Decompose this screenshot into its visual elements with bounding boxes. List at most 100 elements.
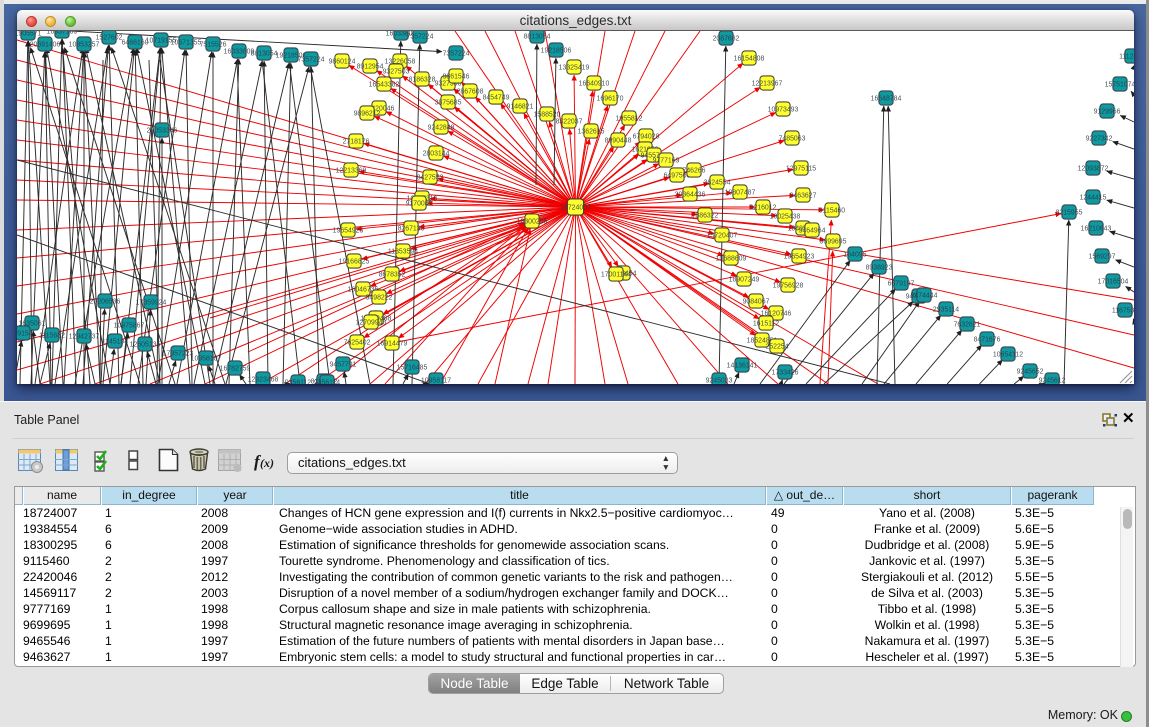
svg-text:9245612: 9245612 — [1039, 378, 1066, 384]
svg-text:9115460: 9115460 — [819, 208, 845, 215]
svg-text:2803144: 2803144 — [423, 151, 450, 158]
svg-text:16210643: 16210643 — [1081, 226, 1112, 233]
svg-text:16543382: 16543382 — [369, 82, 400, 89]
svg-text:2087682: 2087682 — [713, 36, 740, 43]
svg-text:10671355: 10671355 — [171, 40, 202, 47]
svg-text:1167533: 1167533 — [1112, 308, 1134, 315]
svg-text:7632621: 7632621 — [954, 322, 981, 329]
svg-text:8186328: 8186328 — [409, 77, 436, 84]
svg-text:9146821: 9146821 — [507, 104, 534, 111]
svg-text:15751074: 15751074 — [1105, 82, 1134, 89]
svg-text:6466160: 6466160 — [122, 40, 149, 47]
svg-text:10853257: 10853257 — [69, 42, 100, 49]
svg-text:3498222: 3498222 — [366, 295, 393, 302]
svg-text:7625402: 7625402 — [344, 340, 371, 347]
svg-text:1733426: 1733426 — [772, 370, 799, 377]
svg-text:1615112: 1615112 — [753, 321, 779, 328]
svg-text:8454749: 8454749 — [483, 95, 510, 102]
svg-text:16782759: 16782759 — [220, 366, 251, 373]
svg-text:19166825: 19166825 — [339, 259, 370, 266]
svg-text:9084067: 9084067 — [743, 299, 770, 306]
svg-text:17001144: 17001144 — [601, 272, 631, 279]
svg-text:7357224: 7357224 — [298, 57, 325, 64]
svg-text:17957223: 17957223 — [163, 351, 194, 358]
svg-text:8938923: 8938923 — [866, 265, 893, 272]
svg-text:10654112: 10654112 — [993, 352, 1023, 359]
svg-text:6679197: 6679197 — [888, 281, 915, 288]
svg-text:6216012: 6216012 — [750, 205, 777, 212]
svg-text:9896212: 9896212 — [354, 111, 381, 118]
svg-text:18724007: 18724007 — [560, 205, 591, 212]
svg-text:1569297: 1569297 — [1089, 254, 1116, 261]
svg-text:1145194: 1145194 — [102, 339, 128, 346]
svg-text:12213369: 12213369 — [336, 168, 367, 175]
svg-text:19654923: 19654923 — [784, 254, 815, 261]
svg-text:15720407: 15720407 — [707, 233, 738, 240]
svg-text:1588520: 1588520 — [534, 112, 561, 119]
svg-text:7886322: 7886322 — [692, 213, 719, 220]
svg-text:19756928: 19756928 — [773, 283, 804, 290]
svg-text:13325419: 13325419 — [559, 65, 590, 72]
svg-text:16154808: 16154808 — [734, 56, 765, 63]
svg-text:8678352: 8678352 — [379, 272, 406, 279]
svg-text:10975867: 10975867 — [114, 323, 145, 330]
svg-text:11353594: 11353594 — [388, 249, 418, 256]
svg-text:12923468: 12923468 — [248, 377, 279, 384]
svg-text:19654925: 19654925 — [333, 228, 364, 235]
svg-text:164095: 164095 — [844, 252, 867, 259]
svg-text:8912954: 8912954 — [357, 64, 384, 71]
svg-text:3624554: 3624554 — [704, 180, 731, 187]
svg-text:10973493: 10973493 — [768, 107, 799, 114]
svg-text:8215955: 8215955 — [1056, 210, 1083, 217]
svg-text:9860124: 9860124 — [329, 59, 356, 66]
svg-text:6794028: 6794028 — [633, 134, 660, 141]
svg-text:17016504: 17016504 — [1098, 279, 1129, 286]
svg-text:9777169: 9777169 — [653, 158, 680, 165]
svg-text:746266: 746266 — [683, 168, 706, 175]
svg-text:29053346: 29053346 — [147, 128, 178, 135]
svg-text:8267130: 8267130 — [398, 226, 425, 233]
svg-text:1362615: 1362615 — [578, 129, 605, 136]
svg-text:9245033: 9245033 — [706, 378, 733, 384]
svg-text:12942737: 12942737 — [69, 334, 100, 341]
svg-text:9227342: 9227342 — [1086, 136, 1113, 143]
svg-text:8813054: 8813054 — [524, 34, 551, 41]
svg-text:9170081: 9170081 — [406, 201, 433, 208]
svg-text:9699695: 9699695 — [820, 239, 847, 246]
svg-text:16640910: 16640910 — [579, 81, 610, 88]
svg-text:1244415: 1244415 — [1080, 195, 1107, 202]
svg-text:9457791: 9457791 — [330, 362, 357, 369]
svg-text:8322037: 8322037 — [556, 119, 583, 126]
svg-text:10807487: 10807487 — [725, 190, 756, 197]
svg-text:9861546: 9861546 — [443, 74, 470, 81]
svg-text:9327503: 9327503 — [383, 69, 410, 76]
svg-text:12505135: 12505135 — [130, 342, 161, 349]
svg-text:9474444: 9474444 — [911, 293, 938, 300]
svg-text:15716485: 15716485 — [397, 365, 428, 372]
svg-text:12709948: 12709948 — [356, 320, 387, 327]
svg-text:39154: 39154 — [17, 331, 33, 338]
svg-text:16648784: 16648784 — [871, 96, 902, 103]
svg-text:18937189: 18937189 — [47, 31, 78, 36]
svg-text:7357224: 7357224 — [407, 34, 434, 41]
svg-text:10958107: 10958107 — [191, 356, 222, 363]
svg-text:1955812: 1955812 — [616, 116, 643, 123]
svg-text:8990448: 8990448 — [605, 138, 632, 145]
svg-text:9356114: 9356114 — [314, 380, 340, 384]
svg-text:7515526: 7515526 — [200, 42, 227, 49]
svg-text:9245652: 9245652 — [1017, 369, 1044, 376]
svg-text:20364436: 20364436 — [675, 192, 706, 199]
svg-text:2867608: 2867608 — [457, 89, 484, 96]
svg-text:(x): (x) — [260, 456, 274, 470]
svg-text:10958117: 10958117 — [421, 378, 451, 384]
svg-text:12093872: 12093872 — [1078, 166, 1109, 173]
svg-text:8813054: 8813054 — [251, 51, 278, 58]
svg-text:7485063: 7485063 — [779, 136, 806, 143]
svg-text:16914479: 16914479 — [377, 341, 408, 348]
svg-text:12975115: 12975115 — [786, 166, 816, 173]
svg-text:8427552: 8427552 — [417, 175, 444, 182]
svg-text:9129966: 9129966 — [1094, 109, 1121, 116]
svg-text:1112472: 1112472 — [1119, 54, 1134, 61]
svg-text:17359924: 17359924 — [136, 300, 167, 307]
svg-text:19218506: 19218506 — [541, 48, 572, 55]
